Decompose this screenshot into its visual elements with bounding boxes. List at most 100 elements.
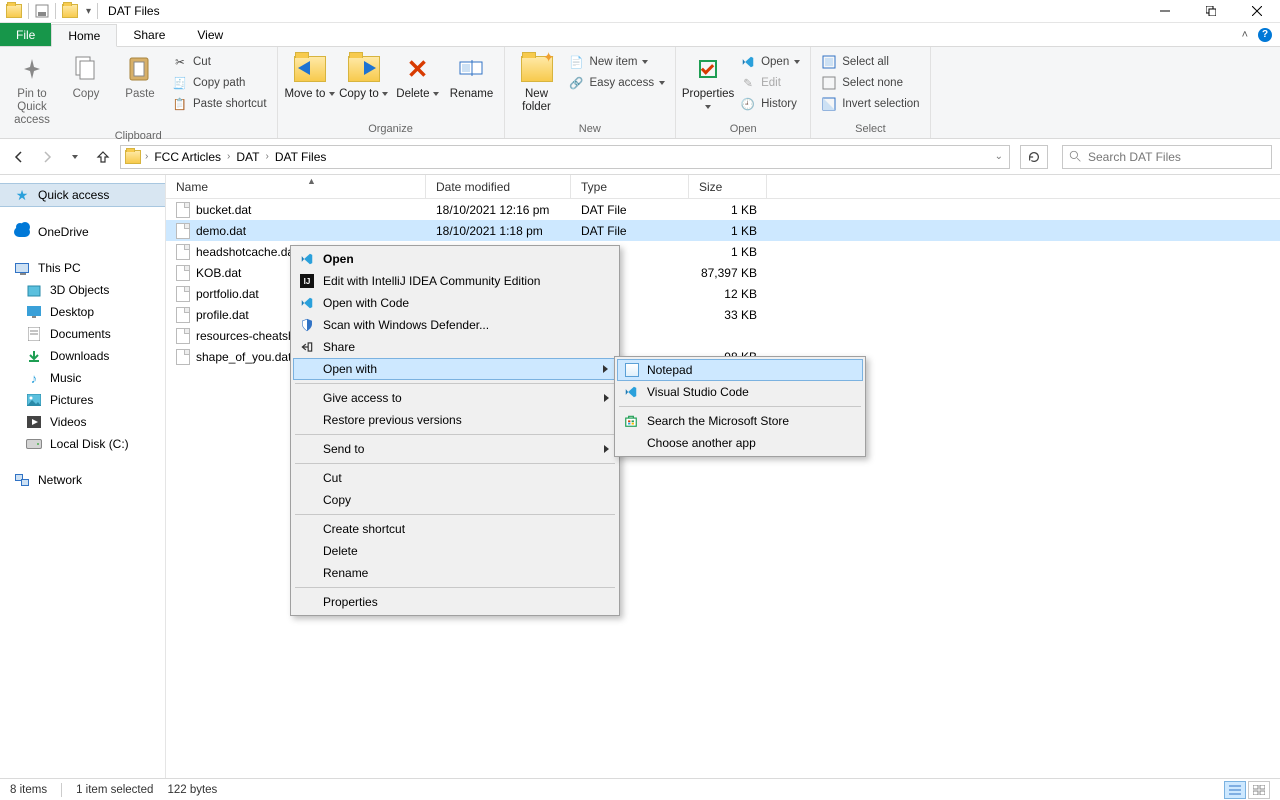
thumbnails-view-button[interactable] <box>1248 781 1270 799</box>
status-bytes: 122 bytes <box>167 784 217 796</box>
delete-button[interactable]: ✕ Delete <box>392 49 444 101</box>
app-folder-icon <box>6 4 22 18</box>
tab-file[interactable]: File <box>0 23 51 46</box>
window-title: DAT Files <box>108 4 160 18</box>
cut-button[interactable]: ✂Cut <box>168 53 271 71</box>
minimize-button[interactable] <box>1142 0 1188 23</box>
submenu-choose-another[interactable]: Choose another app <box>617 432 863 454</box>
col-size[interactable]: Size <box>689 175 767 198</box>
ctx-rename[interactable]: Rename <box>293 562 617 584</box>
details-view-button[interactable] <box>1224 781 1246 799</box>
breadcrumb[interactable]: DAT <box>232 150 263 164</box>
copy-path-button[interactable]: 🧾Copy path <box>168 74 271 92</box>
sidebar-quick-access[interactable]: ★Quick access <box>0 183 165 207</box>
maximize-button[interactable] <box>1188 0 1234 23</box>
file-icon <box>176 286 190 302</box>
chevron-right-icon <box>603 365 608 373</box>
sidebar-item[interactable]: ♪Music <box>0 367 165 389</box>
ctx-restore-versions[interactable]: Restore previous versions <box>293 409 617 431</box>
pin-to-quick-access-button[interactable]: Pin to Quick access <box>6 49 58 128</box>
save-icon[interactable] <box>35 4 49 18</box>
select-all-button[interactable]: Select all <box>817 53 923 71</box>
sidebar-item[interactable]: Pictures <box>0 389 165 411</box>
ctx-send-to[interactable]: Send to <box>293 438 617 460</box>
file-row[interactable]: bucket.dat18/10/2021 12:16 pmDAT File1 K… <box>166 199 1280 220</box>
sidebar-item[interactable]: Documents <box>0 323 165 345</box>
sidebar-onedrive[interactable]: OneDrive <box>0 221 165 243</box>
ctx-delete[interactable]: Delete <box>293 540 617 562</box>
context-menu: Open IJEdit with IntelliJ IDEA Community… <box>290 245 620 616</box>
help-icon[interactable]: ? <box>1258 28 1272 42</box>
file-icon <box>176 349 190 365</box>
sort-asc-icon: ▲ <box>307 176 316 186</box>
qat-dropdown-icon[interactable]: ▾ <box>86 6 91 17</box>
recent-dropdown-icon[interactable] <box>64 146 86 168</box>
sidebar-item[interactable]: Desktop <box>0 301 165 323</box>
status-count: 8 items <box>10 784 47 796</box>
tab-share[interactable]: Share <box>117 23 181 46</box>
ctx-share[interactable]: Share <box>293 336 617 358</box>
ctx-cut[interactable]: Cut <box>293 467 617 489</box>
breadcrumb[interactable]: DAT Files <box>271 150 331 164</box>
col-name[interactable]: Name▲ <box>166 175 426 198</box>
select-none-button[interactable]: Select none <box>817 74 923 92</box>
sidebar-item[interactable]: Downloads <box>0 345 165 367</box>
open-button[interactable]: Open <box>736 53 804 71</box>
copy-button[interactable]: Copy <box>60 49 112 101</box>
ctx-properties[interactable]: Properties <box>293 591 617 613</box>
file-icon <box>176 202 190 218</box>
chevron-right-icon <box>604 445 609 453</box>
folder-icon <box>125 150 141 164</box>
ctx-copy[interactable]: Copy <box>293 489 617 511</box>
ctx-open[interactable]: Open <box>293 248 617 270</box>
status-selection: 1 item selected <box>76 784 153 796</box>
ctx-scan-defender[interactable]: Scan with Windows Defender... <box>293 314 617 336</box>
collapse-ribbon-icon[interactable]: ˄ <box>1242 29 1248 41</box>
edit-button[interactable]: ✎Edit <box>736 74 804 92</box>
easy-access-button[interactable]: 🔗Easy access <box>565 74 670 92</box>
ctx-give-access[interactable]: Give access to <box>293 387 617 409</box>
sidebar-this-pc[interactable]: This PC <box>0 257 165 279</box>
breadcrumb[interactable]: FCC Articles <box>150 150 225 164</box>
paste-shortcut-button[interactable]: 📋Paste shortcut <box>168 95 271 113</box>
col-date[interactable]: Date modified <box>426 175 571 198</box>
invert-selection-button[interactable]: Invert selection <box>817 95 923 113</box>
chevron-right-icon <box>604 394 609 402</box>
paste-button[interactable]: Paste <box>114 49 166 101</box>
rename-button[interactable]: Rename <box>446 49 498 101</box>
close-button[interactable] <box>1234 0 1280 23</box>
sidebar-item[interactable]: 3D Objects <box>0 279 165 301</box>
file-row[interactable]: demo.dat18/10/2021 1:18 pmDAT File1 KB <box>166 220 1280 241</box>
file-icon <box>176 328 190 344</box>
up-button[interactable] <box>92 146 114 168</box>
tab-home[interactable]: Home <box>51 24 117 47</box>
sidebar-item[interactable]: Videos <box>0 411 165 433</box>
ctx-open-with-code[interactable]: Open with Code <box>293 292 617 314</box>
forward-button[interactable] <box>36 146 58 168</box>
new-item-button[interactable]: 📄New item <box>565 53 670 71</box>
new-folder-button[interactable]: ✦ New folder <box>511 49 563 114</box>
search-input[interactable]: Search DAT Files <box>1062 145 1272 169</box>
history-button[interactable]: 🕘History <box>736 95 804 113</box>
open-folder-icon[interactable] <box>62 4 78 18</box>
address-bar[interactable]: › FCC Articles › DAT › DAT Files ⌄ <box>120 145 1010 169</box>
copy-to-button[interactable]: Copy to <box>338 49 390 101</box>
ctx-open-with[interactable]: Open with <box>293 358 617 380</box>
sidebar-item[interactable]: Local Disk (C:) <box>0 433 165 455</box>
submenu-store[interactable]: Search the Microsoft Store <box>617 410 863 432</box>
file-icon <box>176 307 190 323</box>
submenu-notepad[interactable]: Notepad <box>617 359 863 381</box>
ctx-intellij[interactable]: IJEdit with IntelliJ IDEA Community Edit… <box>293 270 617 292</box>
tab-view[interactable]: View <box>181 23 239 46</box>
open-with-submenu: Notepad Visual Studio Code Search the Mi… <box>614 356 866 457</box>
search-icon <box>1069 150 1082 163</box>
submenu-vscode[interactable]: Visual Studio Code <box>617 381 863 403</box>
ctx-create-shortcut[interactable]: Create shortcut <box>293 518 617 540</box>
col-type[interactable]: Type <box>571 175 689 198</box>
properties-button[interactable]: Properties <box>682 49 734 114</box>
addr-dropdown-icon[interactable]: ⌄ <box>995 151 1003 162</box>
refresh-button[interactable] <box>1020 145 1048 169</box>
back-button[interactable] <box>8 146 30 168</box>
sidebar-network[interactable]: Network <box>0 469 165 491</box>
move-to-button[interactable]: Move to <box>284 49 336 101</box>
